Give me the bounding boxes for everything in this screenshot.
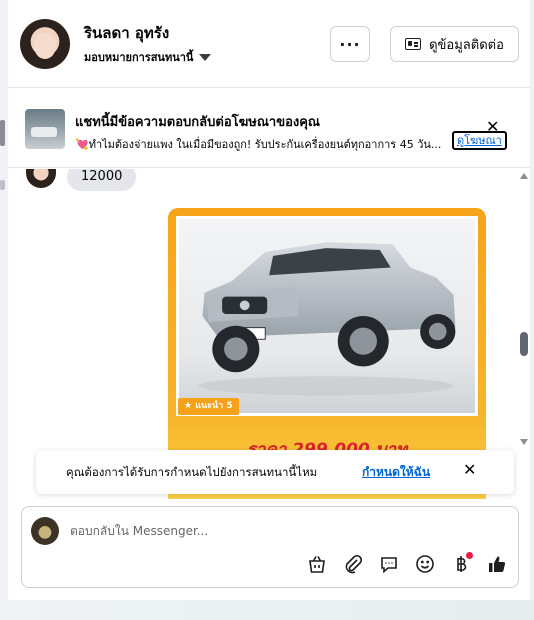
message-bubble[interactable]: 12000 xyxy=(67,169,137,191)
saved-reply-icon[interactable] xyxy=(378,553,400,575)
close-icon[interactable]: ✕ xyxy=(463,462,476,478)
car-photo xyxy=(176,216,478,416)
page-avatar xyxy=(31,517,59,545)
emoji-icon[interactable] xyxy=(414,553,436,575)
left-edge-panel xyxy=(0,0,8,620)
ad-thumbnail xyxy=(25,109,65,149)
outer-scrollbar-thumb[interactable] xyxy=(0,120,5,146)
ad-reply-banner: แชทนี้มีข้อความตอบกลับต่อโฆษณาของคุณ 💘ทำ… xyxy=(8,89,530,168)
close-icon[interactable]: ✕ xyxy=(486,119,499,135)
shopping-bag-icon[interactable] xyxy=(306,553,328,575)
contact-avatar[interactable] xyxy=(20,19,70,69)
assign-to-me-link[interactable]: กำหนดให้ฉัน xyxy=(362,463,430,482)
outer-scrollbar-marker xyxy=(0,180,5,190)
contact-name[interactable]: รินลดา อุทรัง xyxy=(84,21,169,45)
assign-conversation-dropdown[interactable]: มอบหมายการสนทนานี้ xyxy=(84,48,212,66)
heart-icon: 💘 xyxy=(75,138,89,151)
ad-banner-title: แชทนี้มีข้อความตอบกลับต่อโฆษณาของคุณ xyxy=(75,115,320,130)
composer-toolbar xyxy=(306,552,508,575)
view-contact-info-label: ดูข้อมูลติดต่อ xyxy=(429,37,504,53)
chat-scrollbar[interactable] xyxy=(518,169,530,499)
reply-input[interactable] xyxy=(70,521,490,541)
scroll-up-arrow-icon[interactable] xyxy=(520,173,528,179)
ad-banner-description: 💘ทำไมต้องจ่ายแพง ในเมื่อมีของถูก! รับประ… xyxy=(75,138,442,151)
thumbs-up-icon[interactable] xyxy=(486,553,508,575)
baht-icon[interactable] xyxy=(450,552,473,575)
notification-dot xyxy=(466,552,473,559)
paperclip-icon[interactable] xyxy=(342,553,364,575)
caret-down-icon xyxy=(199,53,212,61)
bottom-background-strip xyxy=(0,600,534,620)
reply-composer xyxy=(21,506,519,588)
view-contact-info-button[interactable]: ดูข้อมูลติดต่อ xyxy=(390,26,519,62)
sender-avatar xyxy=(26,169,56,188)
assign-prompt-text: คุณต้องการได้รับการกำหนดไปยังการสนทนานี้… xyxy=(66,465,318,479)
more-icon: ··· xyxy=(339,34,361,54)
id-card-icon xyxy=(405,38,422,50)
more-options-button[interactable]: ··· xyxy=(330,26,370,62)
chat-scrollbar-thumb[interactable] xyxy=(520,332,528,356)
assign-conversation-label: มอบหมายการสนทนานี้ xyxy=(84,51,194,64)
conversation-header: รินลดา อุทรัง มอบหมายการสนทนานี้ ··· ดูข… xyxy=(8,0,530,88)
assign-prompt: คุณต้องการได้รับการกำหนดไปยังการสนทนานี้… xyxy=(36,450,514,494)
recommended-badge: ★ แนะนำ 5 xyxy=(178,398,239,415)
scroll-down-arrow-icon[interactable] xyxy=(520,439,528,445)
